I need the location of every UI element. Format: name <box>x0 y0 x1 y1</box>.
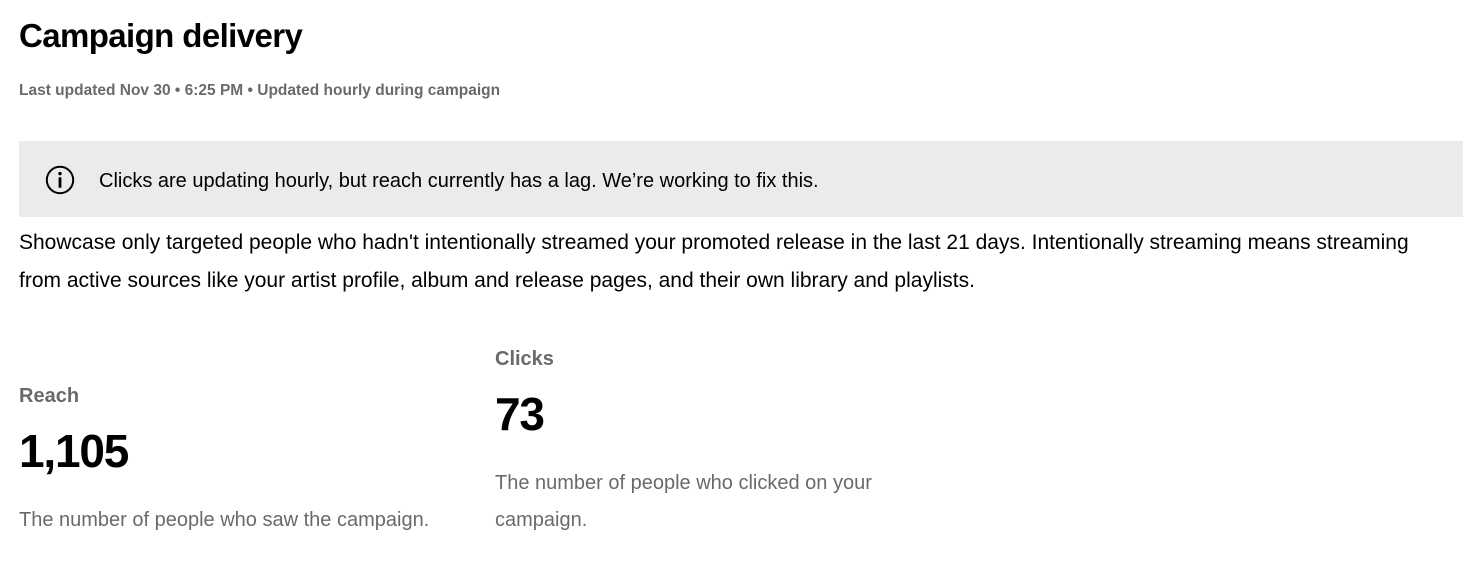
info-banner: Clicks are updating hourly, but reach cu… <box>19 141 1463 217</box>
clicks-description: The number of people who clicked on your… <box>495 472 872 531</box>
reach-label: Reach <box>19 385 80 407</box>
targeting-description: Showcase only targeted people who hadn't… <box>19 231 1409 292</box>
last-updated-text: Last updated Nov 30 • 6:25 PM • Updated … <box>19 82 501 99</box>
reach-value: 1,105 <box>19 425 129 477</box>
clicks-label: Clicks <box>495 348 554 370</box>
banner-message: Clicks are updating hourly, but reach cu… <box>99 170 819 192</box>
page-title: Campaign delivery <box>19 17 303 54</box>
clicks-value: 73 <box>495 388 545 440</box>
clicks-metric: Clicks 73 The number of people who click… <box>495 344 965 539</box>
reach-description: The number of people who saw the campaig… <box>19 509 430 531</box>
campaign-delivery-page: Campaign delivery Last updated Nov 30 • … <box>0 0 1480 561</box>
reach-metric: Reach 1,105 The number of people who saw… <box>19 381 489 539</box>
info-icon <box>45 165 75 195</box>
